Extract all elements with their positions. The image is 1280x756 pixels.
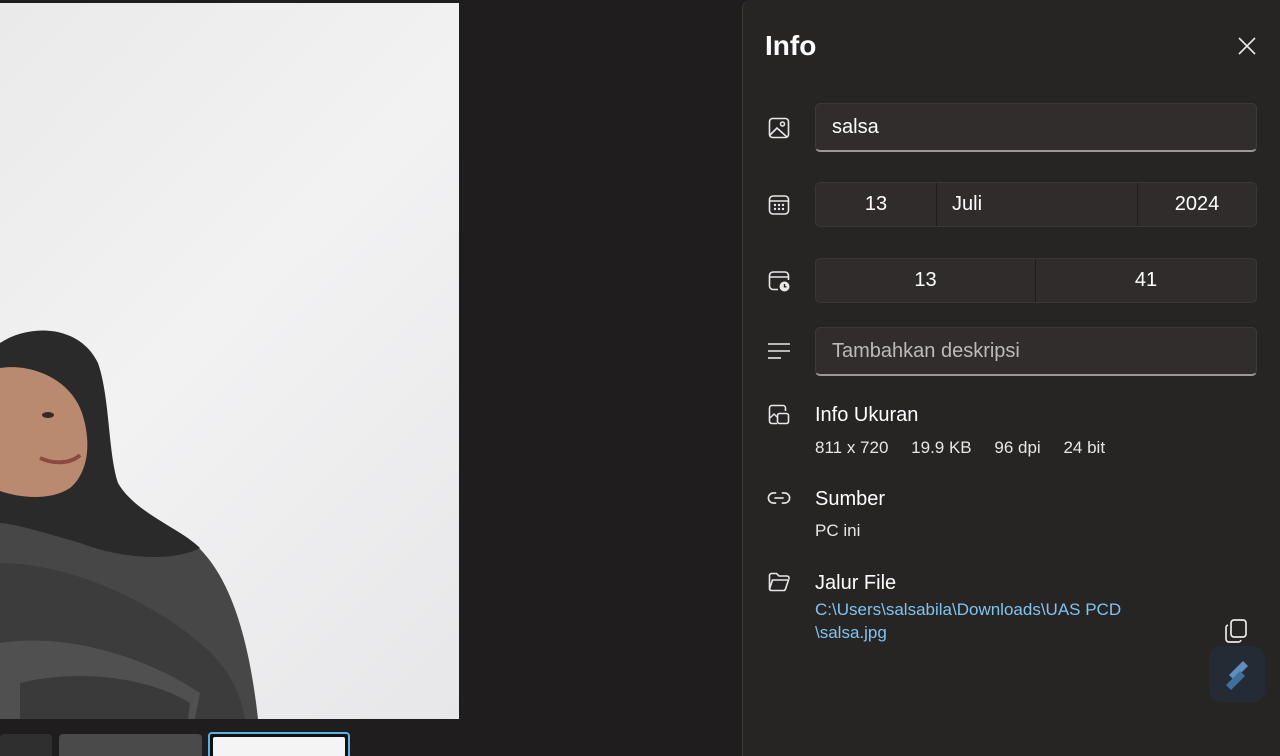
info-panel: Info 13 Juli 2024 [742,0,1280,756]
time-picker: 13 41 [815,258,1257,303]
bit-depth: 24 bit [1063,438,1106,457]
close-icon [1238,37,1256,55]
pen-icon [1226,661,1248,690]
panel-title: Info [765,30,817,61]
file-path-link[interactable]: C:\Users\salsabila\Downloads\UAS PCD \sa… [815,598,1155,644]
filmstrip-thumbnail-selected[interactable] [208,732,350,756]
calendar-clock-icon [767,269,791,293]
filmstrip-thumbnail[interactable] [59,734,202,756]
filmstrip-thumbnail[interactable] [0,734,52,756]
file-path-line: \salsa.jpg [815,623,887,642]
copy-icon [1225,619,1247,643]
file-path-title: Jalur File [815,572,897,594]
file-size: 19.9 KB [911,438,972,457]
folder-icon [767,570,791,594]
copy-path-button[interactable] [1219,614,1253,648]
source-value: PC ini [815,521,861,540]
hour-selector[interactable]: 13 [816,259,1036,302]
image-size-icon [767,403,791,427]
person-photo [0,330,258,719]
name-field[interactable] [815,103,1257,152]
source-title: Sumber [815,488,886,510]
minute-selector[interactable]: 41 [1036,259,1256,302]
size-info-details: 811 x 720 19.9 KB 96 dpi 24 bit [815,438,1123,458]
photo-canvas[interactable] [0,3,459,719]
file-path-line: C:\Users\salsabila\Downloads\UAS PCD [815,600,1122,619]
day-selector[interactable]: 13 [816,183,937,226]
photo-viewer [0,0,742,756]
image-icon [767,116,791,140]
close-button[interactable] [1233,32,1261,60]
image-dimensions: 811 x 720 [815,438,889,457]
description-field[interactable] [815,327,1257,376]
month-selector[interactable]: Juli [937,183,1138,226]
filmstrip [0,730,742,756]
edit-fab-button[interactable] [1209,646,1265,702]
calendar-icon [767,193,791,217]
year-selector[interactable]: 2024 [1138,183,1256,226]
link-icon [767,486,791,510]
description-input[interactable] [832,339,1240,363]
name-input[interactable] [832,115,1240,139]
date-picker: 13 Juli 2024 [815,182,1257,227]
text-lines-icon [767,339,791,363]
image-dpi: 96 dpi [994,438,1041,457]
size-info-title: Info Ukuran [815,404,919,426]
